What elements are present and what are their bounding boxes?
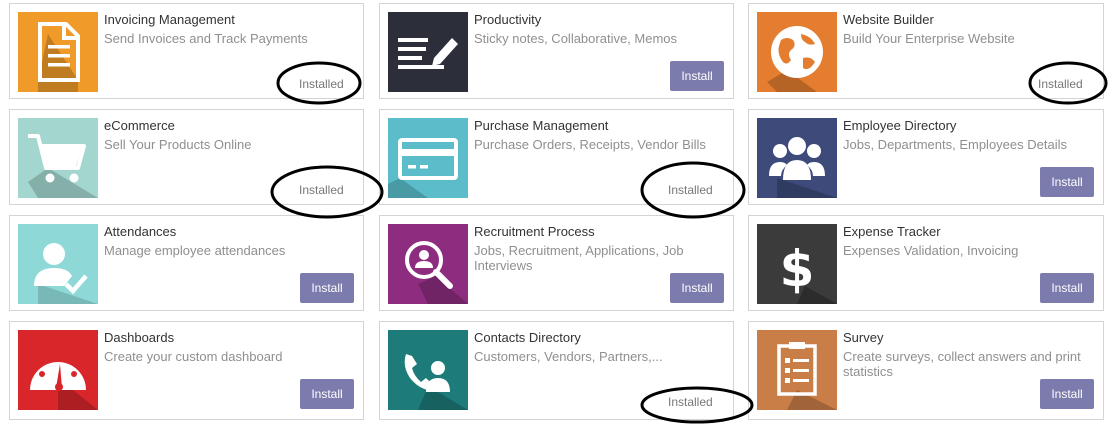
app-description: Jobs, Departments, Employees Details <box>843 137 1067 152</box>
app-card[interactable]: Dashboards Create your custom dashboard In… <box>9 321 364 420</box>
clipboard-list-icon <box>757 330 837 410</box>
search-user-icon <box>388 224 468 304</box>
install-button[interactable]: Install <box>1040 379 1094 409</box>
installed-label: Installed <box>1038 77 1083 91</box>
app-card[interactable]: Recruitment Process Jobs, Recruitment, Ap… <box>379 215 734 311</box>
app-card[interactable]: Productivity Sticky notes, Collaborative,… <box>379 3 734 99</box>
app-description: Customers, Vendors, Partners,... <box>474 349 663 364</box>
app-card[interactable]: Attendances Manage employee attendances In… <box>9 215 364 311</box>
app-name: Survey <box>843 330 884 345</box>
installed-label: Installed <box>668 395 713 409</box>
app-description: Expenses Validation, Invoicing <box>843 243 1019 258</box>
app-name: Dashboards <box>104 330 175 345</box>
app-description: Create your custom dashboard <box>104 349 283 364</box>
dollar-icon: $ <box>757 224 837 304</box>
install-button[interactable]: Install <box>670 273 724 303</box>
app-description: Purchase Orders, Receipts, Vendor Bills <box>474 137 706 152</box>
install-button[interactable]: Install <box>670 61 724 91</box>
credit-card-icon <box>388 118 468 198</box>
install-button[interactable]: Install <box>300 379 354 409</box>
installed-label: Installed <box>299 183 344 197</box>
app-card[interactable]: eCommerce Sell Your Products Online Instal… <box>9 109 364 205</box>
svg-text:$: $ <box>780 240 815 298</box>
installed-label: Installed <box>668 183 713 197</box>
app-description: Create surveys, collect answers and prin… <box>843 349 1081 379</box>
app-description: Sell Your Products Online <box>104 137 252 152</box>
app-description: Manage employee attendances <box>104 243 286 258</box>
user-check-icon <box>18 224 98 304</box>
install-button[interactable]: Install <box>1040 167 1094 197</box>
shopping-cart-icon <box>18 118 98 198</box>
app-name: Website Builder <box>843 12 934 27</box>
phone-contact-icon <box>388 330 468 410</box>
app-description: Sticky notes, Collaborative, Memos <box>474 31 678 46</box>
speedometer-icon <box>18 330 98 410</box>
app-description: Build Your Enterprise Website <box>843 31 1015 46</box>
app-name: Employee Directory <box>843 118 957 133</box>
app-description: Jobs, Recruitment, Applications, Job Int… <box>474 243 684 273</box>
app-card[interactable]: Website Builder Build Your Enterprise Web… <box>748 3 1104 99</box>
app-name: Recruitment Process <box>474 224 595 239</box>
app-card[interactable]: Employee Directory Jobs, Departments, Emp… <box>748 109 1104 205</box>
app-name: Contacts Directory <box>474 330 581 345</box>
app-card[interactable]: Contacts Directory Customers, Vendors, Pa… <box>379 321 734 420</box>
app-name: Productivity <box>474 12 542 27</box>
document-icon <box>18 12 98 92</box>
users-icon <box>757 118 837 198</box>
app-name: Expense Tracker <box>843 224 941 239</box>
app-name: eCommerce <box>104 118 175 133</box>
app-card[interactable]: Invoicing Management Send Invoices and Tr… <box>9 3 364 99</box>
install-button[interactable]: Install <box>1040 273 1094 303</box>
install-button[interactable]: Install <box>300 273 354 303</box>
installed-label: Installed <box>299 77 344 91</box>
app-name: Purchase Management <box>474 118 609 133</box>
app-card[interactable]: Survey Create surveys, collect answers an… <box>748 321 1104 420</box>
app-name: Invoicing Management <box>104 12 235 27</box>
app-description: Send Invoices and Track Payments <box>104 31 308 46</box>
app-card[interactable]: $ Expense Tracker Expenses Validation, Inv… <box>748 215 1104 311</box>
globe-icon <box>757 12 837 92</box>
note-pencil-icon <box>388 12 468 92</box>
app-card[interactable]: Purchase Management Purchase Orders, Rece… <box>379 109 734 205</box>
app-name: Attendances <box>104 224 177 239</box>
